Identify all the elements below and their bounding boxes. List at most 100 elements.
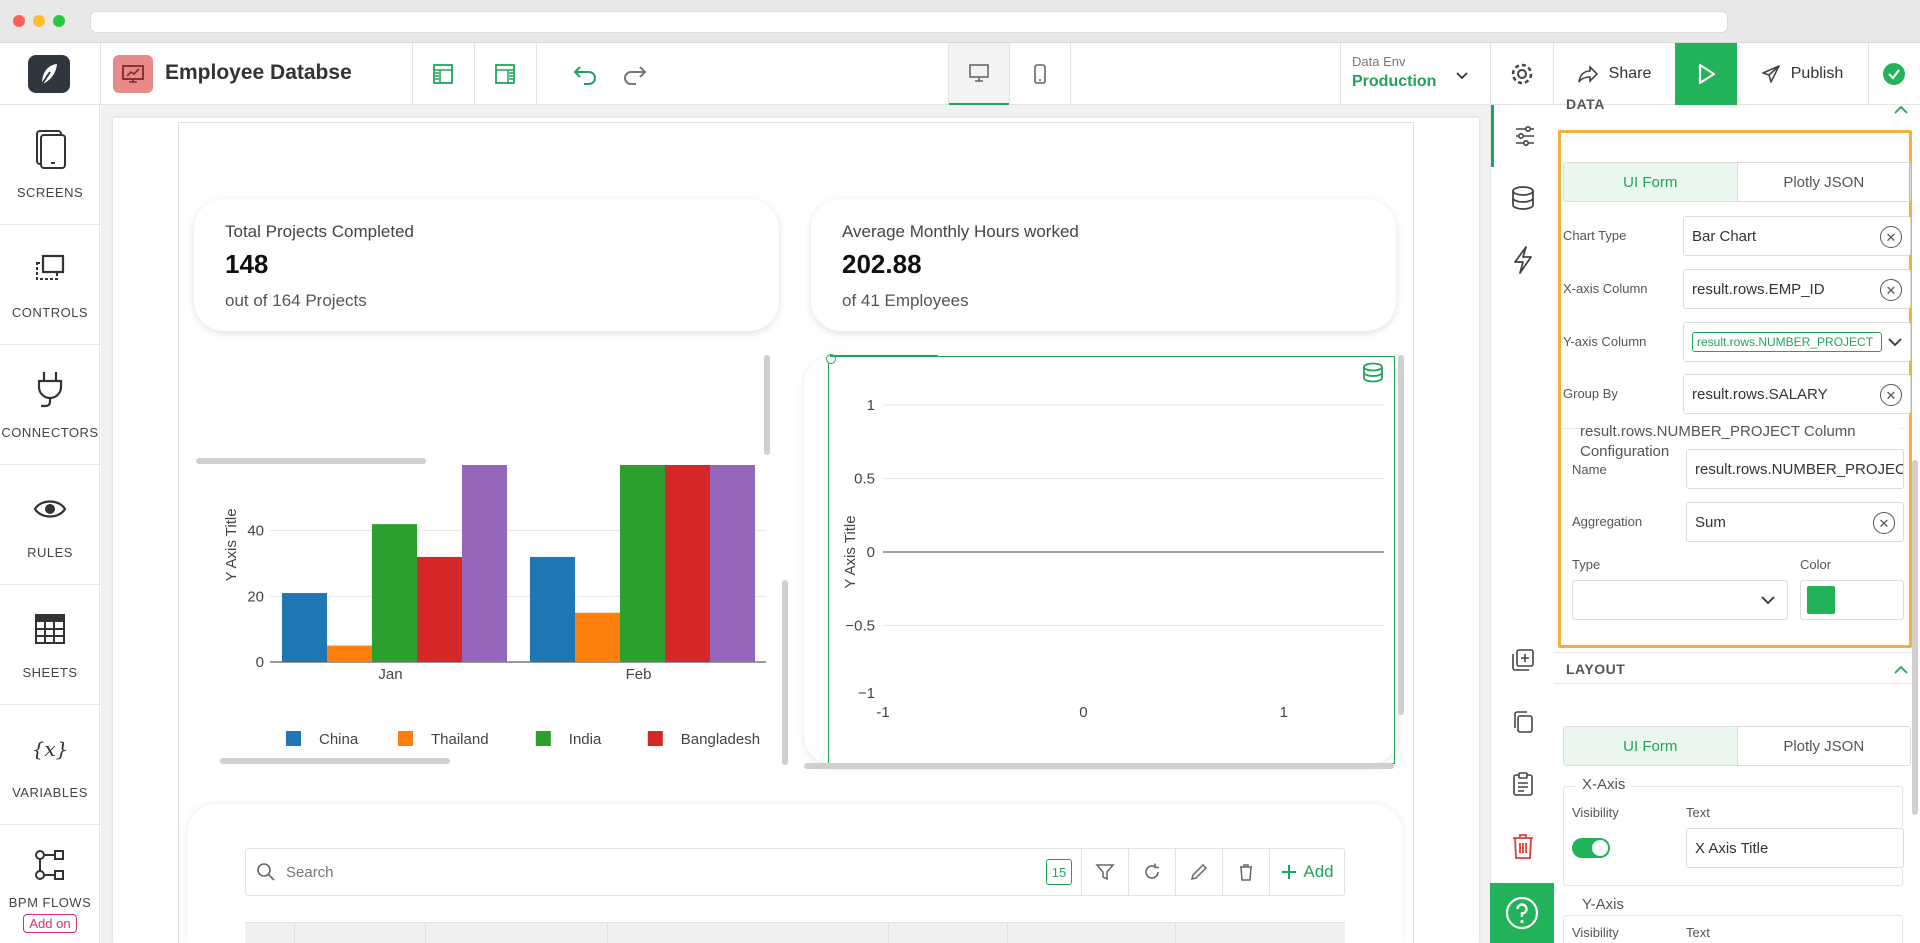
- x-axis-title-input[interactable]: X Axis Title: [1686, 828, 1904, 868]
- tab-ui-form[interactable]: UI Form: [1564, 163, 1738, 201]
- aggregation-select[interactable]: Sum ✕: [1686, 502, 1904, 542]
- properties-tab[interactable]: [1491, 105, 1555, 167]
- sidebar-item-label: CONNECTORS: [1, 425, 99, 440]
- bar: [462, 465, 507, 662]
- minimize-window-dot[interactable]: [33, 15, 45, 27]
- chart-scrollbar-h[interactable]: [196, 458, 426, 464]
- delete-component-button[interactable]: [1491, 815, 1555, 877]
- stat-card-hours[interactable]: Average Monthly Hours worked 202.88 of 4…: [811, 199, 1396, 331]
- tab-plotly-json[interactable]: Plotly JSON: [1738, 163, 1911, 201]
- left-panel-toggle-icon[interactable]: [425, 57, 461, 91]
- line-chart[interactable]: 1 0.5 0 −0.5 −1-1 0 1 Y Axis Title: [829, 357, 1394, 763]
- close-window-dot[interactable]: [13, 15, 25, 27]
- sidebar-item-connectors[interactable]: CONNECTORS: [0, 345, 100, 465]
- x-tick-label: 1: [1280, 704, 1288, 721]
- layout-section-header-bar[interactable]: LAYOUT: [1554, 652, 1912, 684]
- x-axis-visibility-toggle[interactable]: [1572, 838, 1610, 858]
- right-icon-rail: [1490, 105, 1554, 943]
- divider: [1340, 43, 1341, 105]
- chart-type-select[interactable]: Bar Chart ✕: [1683, 216, 1911, 256]
- flow-icon: [33, 843, 67, 887]
- desktop-view-icon[interactable]: [949, 43, 1009, 105]
- data-mode-tabs: UI Form Plotly JSON: [1563, 162, 1911, 202]
- clear-icon[interactable]: ✕: [1880, 279, 1902, 301]
- bar: [575, 612, 620, 662]
- layout-mode-tabs: UI Form Plotly JSON: [1563, 726, 1911, 766]
- legend-swatch: [398, 731, 413, 746]
- delete-row-button[interactable]: [1222, 849, 1269, 895]
- add-component-button[interactable]: [1491, 629, 1555, 691]
- events-tab[interactable]: [1491, 229, 1555, 291]
- data-section-header[interactable]: DATA: [1566, 96, 1605, 112]
- filter-button[interactable]: [1081, 849, 1128, 895]
- help-icon: [1505, 896, 1539, 930]
- mobile-view-icon[interactable]: [1010, 43, 1070, 105]
- legend-label: Thailand: [431, 731, 489, 748]
- sidebar-item-label: RULES: [27, 545, 73, 560]
- chart-scrollbar-v[interactable]: [764, 355, 770, 455]
- series-type-select[interactable]: [1572, 580, 1788, 620]
- legend-label: India: [569, 731, 602, 748]
- top-bar: Employee Databse Data Env Production Sha…: [0, 43, 1920, 105]
- x-axis-column-select[interactable]: result.rows.EMP_ID ✕: [1683, 269, 1911, 309]
- edit-button[interactable]: [1175, 849, 1222, 895]
- sidebar-item-screens[interactable]: SCREENS: [0, 105, 100, 225]
- x-axis-group-title: X-Axis: [1576, 776, 1632, 793]
- sidebar-item-bpm-flows[interactable]: BPM FLOWS Add on: [0, 825, 100, 943]
- undo-icon[interactable]: [567, 57, 603, 91]
- clear-icon[interactable]: ✕: [1880, 226, 1902, 248]
- sidebar-item-label: CONTROLS: [11, 305, 89, 320]
- copy-button[interactable]: [1491, 691, 1555, 753]
- app-logo[interactable]: [28, 55, 70, 93]
- sliders-icon: [1515, 125, 1534, 147]
- sidebar-item-rules[interactable]: RULES: [0, 465, 100, 585]
- stat-subtitle: out of 164 Projects: [225, 291, 367, 310]
- help-button[interactable]: [1490, 883, 1554, 943]
- color-picker[interactable]: [1800, 580, 1904, 620]
- legend-scrollbar-h[interactable]: [220, 758, 450, 764]
- line-chart-scrollbar-h[interactable]: [804, 763, 1394, 769]
- tab-plotly-json[interactable]: Plotly JSON: [1738, 727, 1911, 765]
- maximize-window-dot[interactable]: [53, 15, 65, 27]
- table-search-input[interactable]: [286, 857, 786, 887]
- clear-icon[interactable]: ✕: [1873, 512, 1895, 534]
- run-preview-button[interactable]: [1675, 43, 1737, 105]
- refresh-button[interactable]: [1128, 849, 1175, 895]
- data-tab[interactable]: [1491, 167, 1555, 229]
- y-axis-column-chip[interactable]: result.rows.NUMBER_PROJECT: [1692, 332, 1882, 352]
- line-chart-scrollbar-v[interactable]: [1398, 355, 1404, 715]
- line-chart-widget-selected[interactable]: 1 0.5 0 −0.5 −1 -1 0 1 Y Axis Title: [828, 356, 1395, 764]
- paste-button[interactable]: [1491, 753, 1555, 815]
- series-name-input[interactable]: result.rows.NUMBER_PROJECT: [1686, 449, 1904, 489]
- selection-bar: [830, 355, 938, 357]
- settings-gear-icon[interactable]: [1491, 43, 1553, 105]
- sidebar-item-sheets[interactable]: SHEETS: [0, 585, 100, 705]
- right-panel-toggle-icon[interactable]: [487, 57, 523, 91]
- y-axis-column-select[interactable]: result.rows.NUMBER_PROJECT: [1683, 322, 1911, 362]
- chevron-down-icon: [1456, 72, 1468, 80]
- clear-icon[interactable]: ✕: [1880, 384, 1902, 406]
- stat-card-projects[interactable]: Total Projects Completed 148 out of 164 …: [194, 199, 779, 331]
- chevron-up-icon[interactable]: [1894, 105, 1908, 115]
- bar-chart-widget[interactable]: 0 20 40 Jan Feb Y Axis Title China Thailand Indi…: [196, 355, 776, 765]
- color-swatch[interactable]: [1807, 586, 1835, 614]
- publish-button[interactable]: Publish: [1737, 43, 1867, 105]
- data-env-select[interactable]: Data Env Production: [1352, 53, 1482, 97]
- chevron-down-icon: [1888, 338, 1902, 347]
- group-by-select[interactable]: result.rows.SALARY ✕: [1683, 374, 1911, 414]
- sidebar-item-controls[interactable]: CONTROLS: [0, 225, 100, 345]
- addon-badge: Add on: [23, 914, 77, 933]
- url-bar[interactable]: [90, 11, 1728, 33]
- bar-chart[interactable]: 0 20 40 Jan Feb Y Axis Title China Thailand Indi…: [196, 355, 766, 765]
- chart-scrollbar-v2[interactable]: [782, 580, 788, 765]
- stat-title: Average Monthly Hours worked: [842, 222, 1079, 241]
- panel-scrollbar[interactable]: [1912, 460, 1918, 815]
- datasource-icon[interactable]: [1361, 362, 1385, 384]
- redo-icon[interactable]: [617, 57, 653, 91]
- x-axis-column-label: X-axis Column: [1563, 281, 1648, 296]
- left-sidebar: SCREENS CONTROLS CONNECTORS RULES SHEETS…: [0, 105, 100, 943]
- sidebar-item-variables[interactable]: {x} VARIABLES: [0, 705, 100, 825]
- tab-ui-form[interactable]: UI Form: [1564, 727, 1738, 765]
- divider: [412, 43, 413, 105]
- add-row-button[interactable]: Add: [1269, 849, 1345, 895]
